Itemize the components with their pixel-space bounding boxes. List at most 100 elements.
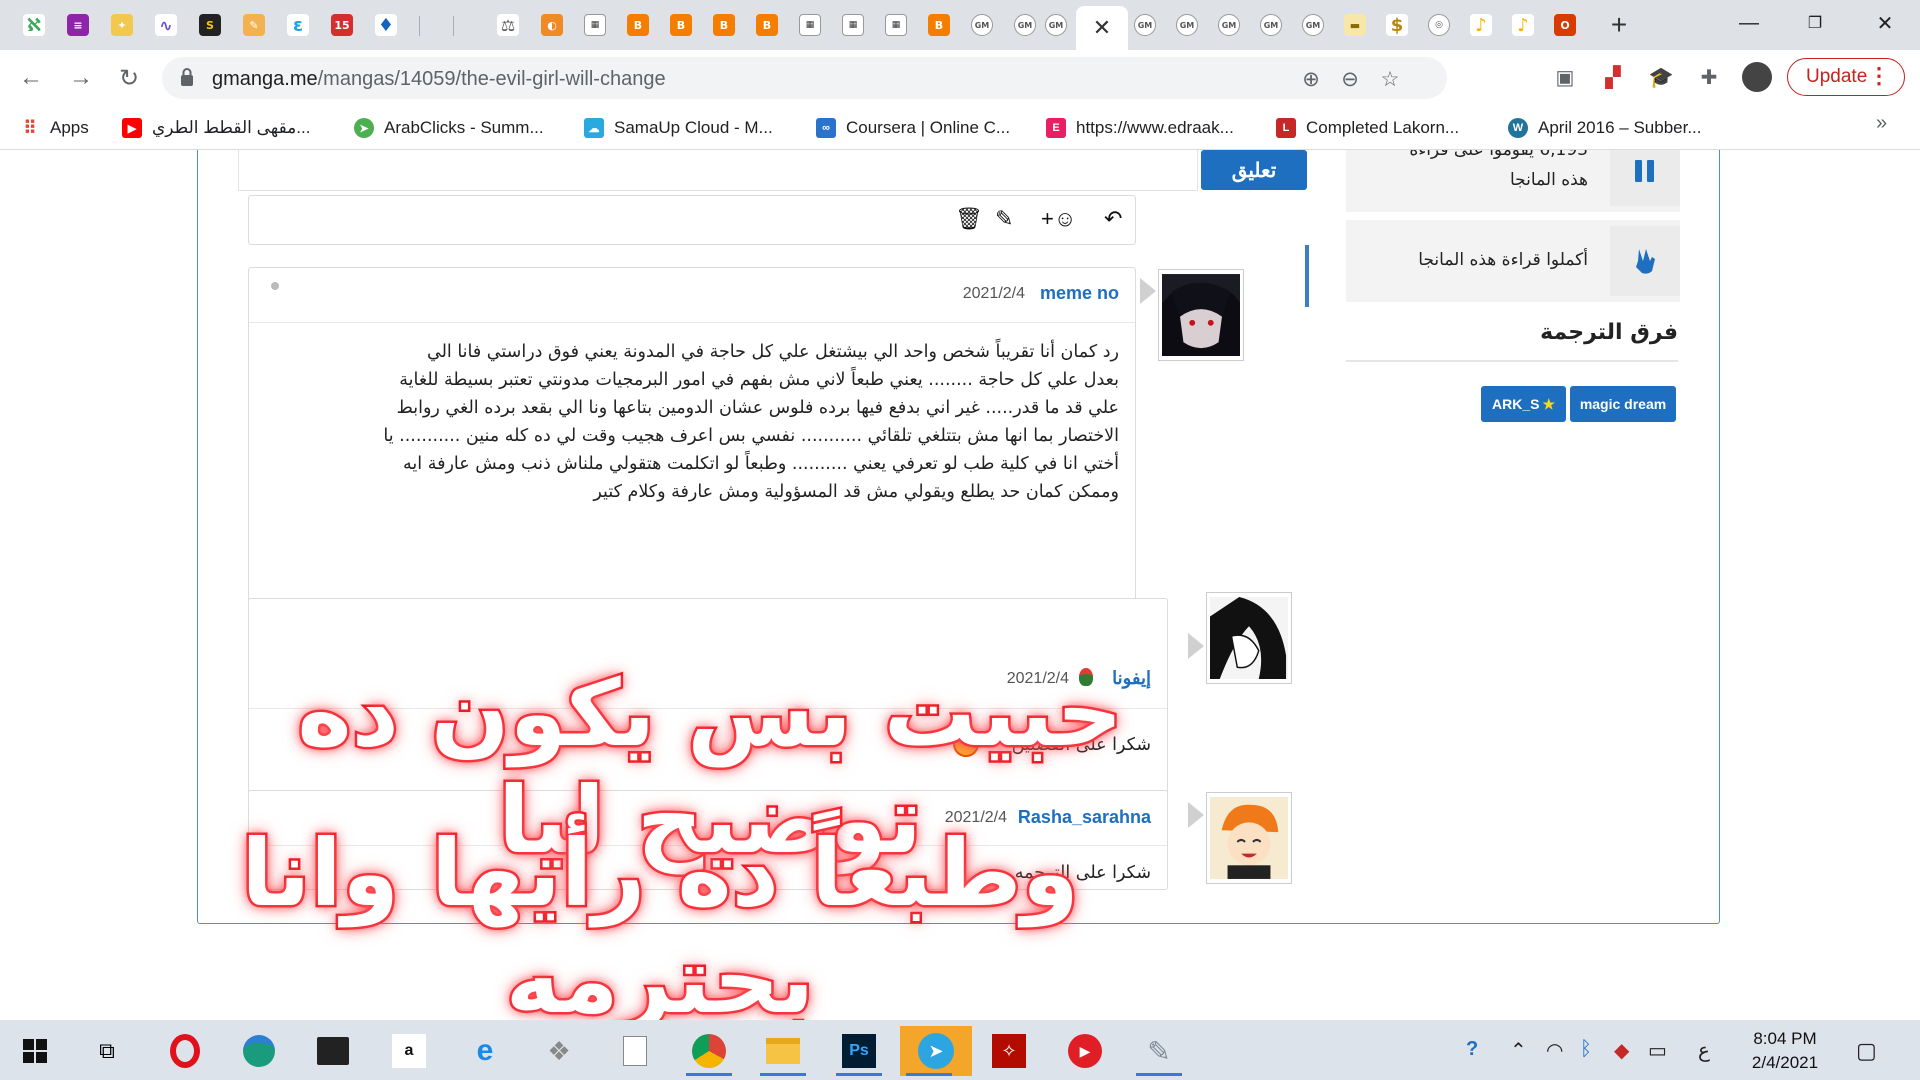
amazon-icon[interactable]: a (380, 1026, 438, 1076)
tab-favicon[interactable]: $ (1379, 7, 1415, 43)
ie-icon[interactable]: e (456, 1026, 514, 1076)
url-text[interactable]: gmanga.me/mangas/14059/the-evil-girl-wil… (212, 68, 666, 91)
install-app-icon[interactable]: ⊕ (1297, 65, 1325, 93)
tab-favicon[interactable]: ▦ (878, 7, 914, 43)
file-explorer-icon[interactable] (754, 1026, 812, 1076)
team-name: ARK_S (1491, 396, 1540, 412)
notifications-icon[interactable]: ▢ (1856, 1038, 1877, 1064)
tab-favicon[interactable]: ∿ (148, 7, 184, 43)
start-button[interactable] (6, 1026, 64, 1076)
edit-icon[interactable]: ✎ (995, 206, 1013, 232)
tab-favicon[interactable]: B (620, 7, 656, 43)
tab-favicon[interactable]: 15 (324, 7, 360, 43)
bookmark-item[interactable]: ▶ مقهى القطط الطري... (122, 114, 310, 142)
chrome-icon[interactable] (680, 1026, 738, 1076)
forward-button[interactable]: → (62, 59, 100, 97)
team-tag[interactable]: ARK_S ★ (1481, 386, 1566, 422)
media-player-icon[interactable]: ▶ (1056, 1026, 1114, 1076)
avatar[interactable] (1158, 269, 1244, 361)
bookmark-apps[interactable]: ⠿ Apps (20, 114, 88, 142)
tab-favicon[interactable]: GM (1211, 7, 1247, 43)
update-button[interactable]: Update ⋮ (1787, 58, 1905, 96)
new-tab-button[interactable]: + (1602, 9, 1636, 40)
bookmark-item[interactable]: L Completed Lakorn... (1276, 114, 1459, 142)
opera-icon[interactable] (156, 1026, 214, 1076)
tab-favicon[interactable]: ℵ (16, 7, 52, 43)
windows-icon (23, 1039, 47, 1063)
tab-favicon[interactable]: ♪ (1505, 7, 1541, 43)
extensions-puzzle-icon[interactable]: ✚ (1694, 62, 1724, 92)
tab-favicon[interactable]: ▦ (577, 7, 613, 43)
tab-favicon[interactable]: ▦ (792, 7, 828, 43)
language-indicator[interactable]: ع (1698, 1038, 1710, 1063)
tab-favicon[interactable]: ε (280, 7, 316, 43)
antivirus-icon[interactable]: ◆ (1614, 1038, 1629, 1063)
system-clock[interactable]: 8:04 PM 2/4/2021 (1735, 1027, 1835, 1075)
menu-dots-icon[interactable]: ⋮ (1868, 63, 1890, 89)
tab-favicon[interactable]: ▬ (1337, 7, 1373, 43)
tab-favicon[interactable]: ✦ (104, 7, 140, 43)
tray-expand-icon[interactable]: ⌃ (1510, 1038, 1527, 1063)
reload-button[interactable]: ↻ (110, 59, 148, 97)
bluetooth-icon[interactable]: ᛒ (1580, 1038, 1592, 1061)
tab-favicon[interactable]: B (921, 7, 957, 43)
tab-favicon[interactable]: B (706, 7, 742, 43)
bookmark-item[interactable]: Ehttps://www.edraak... (1046, 114, 1234, 142)
tab-favicon[interactable]: S (192, 7, 228, 43)
bookmark-item[interactable]: ☁ SamaUp Cloud - M... (584, 114, 773, 142)
extension-icon[interactable]: ▞ (1598, 62, 1628, 92)
tab-favicon[interactable]: ◎ (1421, 7, 1457, 43)
file-icon[interactable] (606, 1026, 664, 1076)
dropbox-icon[interactable]: ❖ (530, 1026, 588, 1076)
bookmark-item[interactable]: W April 2016 – Subber... (1508, 114, 1702, 142)
tab-favicon[interactable]: O (1547, 7, 1583, 43)
tab-favicon[interactable]: B (663, 7, 699, 43)
tab-favicon[interactable]: GM (1127, 7, 1163, 43)
tab-favicon[interactable]: ≡ (60, 7, 96, 43)
address-bar[interactable]: gmanga.me/mangas/14059/the-evil-girl-wil… (162, 57, 1447, 99)
edge-icon[interactable] (230, 1026, 288, 1076)
tab-favicon[interactable]: GM (1169, 7, 1205, 43)
tab-favicon[interactable]: ♦ (368, 7, 404, 43)
comment-username[interactable]: meme no (1040, 283, 1119, 304)
reply-icon[interactable]: ↶ (1104, 206, 1122, 232)
task-view-button[interactable]: ⧉ (78, 1026, 136, 1076)
tab-favicon[interactable]: GM (1295, 7, 1331, 43)
tab-favicon[interactable]: ♪ (1463, 7, 1499, 43)
tab-favicon[interactable]: ⚖ (490, 7, 526, 43)
tab-favicon[interactable]: B (749, 7, 785, 43)
reply-box[interactable] (238, 150, 1198, 191)
tab-favicon[interactable]: GM (1253, 7, 1289, 43)
telegram-icon[interactable]: ➤ (900, 1026, 972, 1076)
minimize-button[interactable]: — (1726, 8, 1772, 38)
zoom-icon[interactable]: ⊖ (1336, 65, 1364, 93)
battery-icon[interactable]: ▭ (1648, 1038, 1667, 1063)
submit-comment-button[interactable]: تعليق (1201, 150, 1307, 190)
bookmark-item[interactable]: ∞ Coursera | Online C... (816, 114, 1010, 142)
tab-favicon[interactable]: ◐ (534, 7, 570, 43)
photoshop-icon[interactable]: Ps (830, 1026, 888, 1076)
bookmark-star-icon[interactable]: ☆ (1376, 65, 1404, 93)
acrobat-icon[interactable]: ✧ (980, 1026, 1038, 1076)
tab-favicon[interactable]: ✎ (236, 7, 272, 43)
restore-button[interactable]: ❐ (1792, 8, 1838, 38)
screen-capture-icon[interactable]: ▣ (1550, 62, 1580, 92)
graduation-cap-icon[interactable]: 🎓 (1646, 62, 1676, 92)
profile-avatar[interactable] (1742, 62, 1772, 92)
close-tab-icon[interactable]: ✕ (1093, 15, 1111, 41)
back-button[interactable]: ← (12, 59, 50, 97)
store-icon[interactable] (304, 1026, 362, 1076)
team-tag[interactable]: magic dream (1570, 386, 1676, 422)
reply-icon-left[interactable]: 🗑 (955, 206, 983, 232)
help-icon[interactable]: ? (1466, 1038, 1478, 1061)
add-emoji-icon[interactable]: +☺ (1041, 206, 1076, 232)
bookmark-item[interactable]: ➤ ArabClicks - Summ... (354, 114, 544, 142)
paint-icon[interactable]: ✎ (1130, 1026, 1188, 1076)
tab-favicon[interactable]: GM (964, 7, 1000, 43)
tab-favicon[interactable]: ▦ (835, 7, 871, 43)
active-tab[interactable]: ✕ (1076, 6, 1128, 50)
wifi-icon[interactable]: ◠ (1546, 1038, 1563, 1063)
more-bookmarks-icon[interactable]: » (1876, 112, 1887, 135)
tab-favicon[interactable]: GM (1038, 7, 1074, 43)
close-window-button[interactable]: ✕ (1862, 8, 1908, 38)
